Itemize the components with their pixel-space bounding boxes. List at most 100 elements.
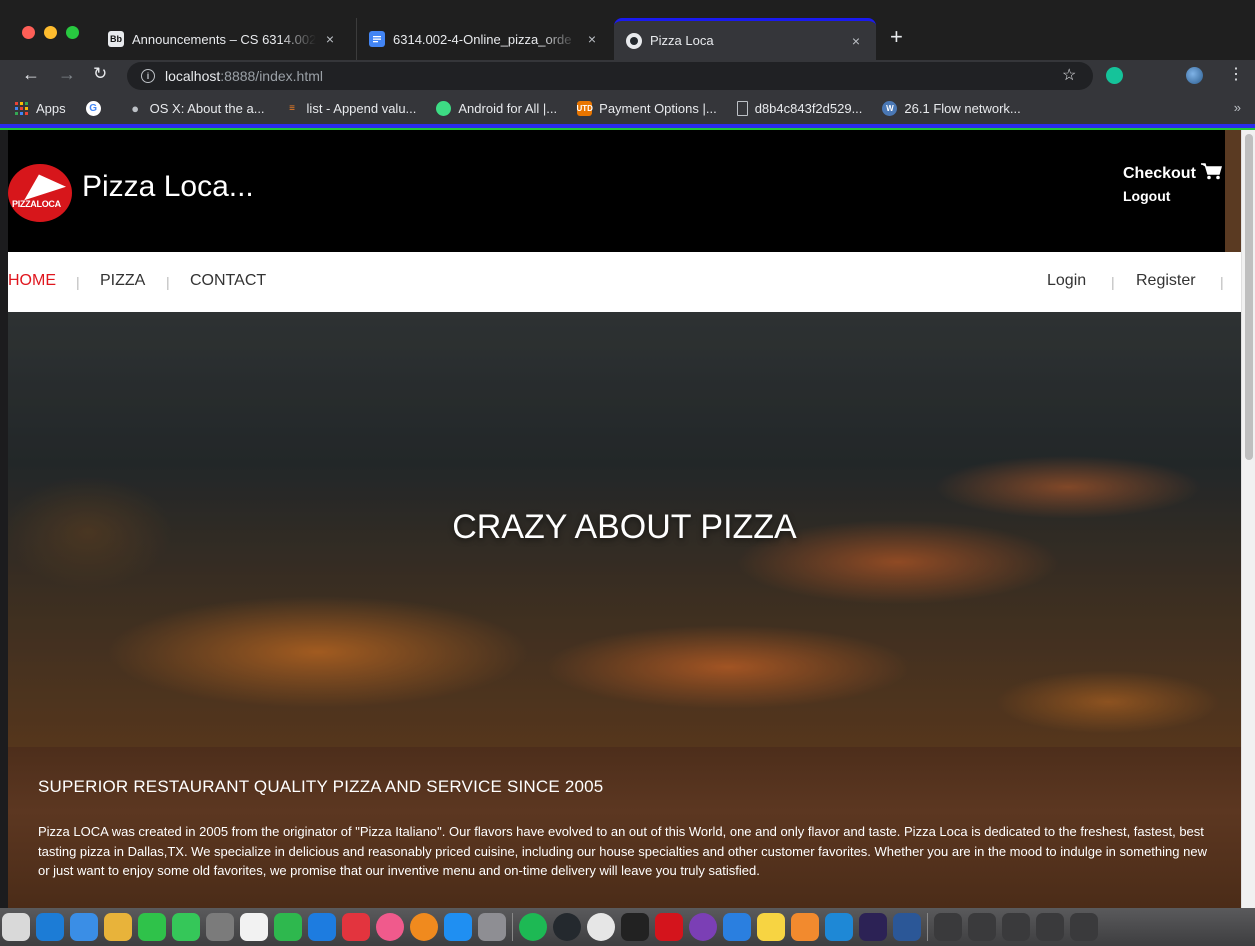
chrome-icon[interactable] [587,913,615,941]
blackboard-icon: Bb [108,31,124,47]
nav-separator: | [1220,274,1224,290]
tab-title: Announcements – CS 6314.002 [132,31,316,47]
xcode-icon[interactable] [723,913,751,941]
close-window-button[interactable] [22,26,35,39]
calendar-icon[interactable] [240,913,268,941]
window-thumb-icon[interactable] [934,913,962,941]
nav-login[interactable]: Login [1047,272,1086,290]
bookmark-file[interactable]: d8b4c843f2d529... [736,100,862,116]
grammarly-icon[interactable] [1106,67,1123,84]
logout-link[interactable]: Logout [1123,188,1170,204]
menu-dots-icon[interactable]: ⋮ [1228,64,1244,84]
messages-icon[interactable] [138,913,166,941]
github-desktop-icon[interactable] [689,913,717,941]
news-icon[interactable] [342,913,370,941]
bookmark-label: Apps [36,100,66,116]
about-text: Pizza LOCA was created in 2005 from the … [38,824,1207,878]
macos-dock [0,908,1255,946]
window-thumb-icon[interactable] [968,913,996,941]
word-icon[interactable] [893,913,921,941]
bookmark-android[interactable]: Android for All |... [436,100,557,116]
github-icon[interactable] [553,913,581,941]
system-prefs-icon[interactable] [478,913,506,941]
keynote-icon[interactable] [308,913,336,941]
notes-yellow-icon[interactable] [757,913,785,941]
close-tab-icon[interactable]: × [322,31,338,47]
site-brand-title[interactable]: Pizza Loca... [82,170,254,204]
docs-icon [369,31,385,47]
new-tab-button[interactable]: + [890,24,903,50]
dock-separator [927,913,928,941]
bookmarks-bar: Apps G ● OS X: About the a... ≡ list - A… [0,92,1255,124]
close-tab-icon[interactable]: × [848,33,864,49]
books-icon[interactable] [410,913,438,941]
finder-icon[interactable] [2,913,30,941]
browser-tab-announcements[interactable]: Bb Announcements – CS 6314.002 × [96,18,350,60]
window-thumb-icon[interactable] [1002,913,1030,941]
itunes-icon[interactable] [376,913,404,941]
browser-tab-strip: Bb Announcements – CS 6314.002 × 6314.00… [0,0,1255,60]
window-thumb-icon[interactable] [1070,913,1098,941]
wiki-icon: W [882,100,898,116]
browser-tab-pizza-loca[interactable]: Pizza Loca × [614,18,876,60]
bookmark-stackoverflow[interactable]: ≡ list - Append valu... [285,100,417,116]
forward-arrow-icon[interactable]: → [58,64,76,85]
nav-separator: | [1111,274,1115,290]
close-tab-icon[interactable]: × [584,31,600,47]
nav-separator: | [76,274,80,290]
bookmark-apps[interactable]: Apps [14,101,66,116]
minimize-window-button[interactable] [44,26,57,39]
header-edge-strip [1225,130,1241,252]
dock-separator [512,913,513,941]
bookmark-star-icon[interactable]: ☆ [1062,65,1076,85]
numbers-icon[interactable] [274,913,302,941]
acrobat-icon[interactable] [655,913,683,941]
preview-icon[interactable] [70,913,98,941]
tab-title: Pizza Loca [650,33,714,48]
apps-grid-icon [14,101,29,116]
vscode-icon[interactable] [825,913,853,941]
scrollbar-thumb[interactable] [1245,134,1253,460]
logo-text: PIZZALOCA [12,199,61,209]
page-scrollbar[interactable] [1241,130,1255,908]
reload-icon[interactable]: ↻ [93,64,107,84]
profile-avatar-icon[interactable] [1186,67,1203,84]
bookmark-payment[interactable]: UTD Payment Options |... [576,100,717,116]
about-heading: SUPERIOR RESTAURANT QUALITY PIZZA AND SE… [38,777,604,796]
appstore-icon[interactable] [444,913,472,941]
back-arrow-icon[interactable]: ← [22,64,40,85]
bookmark-google[interactable]: G [85,100,108,116]
maximize-window-button[interactable] [66,26,79,39]
facetime-icon[interactable] [172,913,200,941]
apple-icon: ● [131,100,140,116]
checkout-link[interactable]: Checkout [1123,162,1222,185]
cart-icon [1200,162,1222,185]
main-nav: HOME | PIZZA | CONTACT Login | Register … [8,252,1241,312]
utd-icon: UTD [576,100,593,116]
nav-contact[interactable]: CONTACT [190,272,266,290]
notes-icon[interactable] [36,913,64,941]
checkout-label: Checkout [1123,164,1196,182]
address-host: localhost [165,68,221,84]
nav-home[interactable]: HOME [8,272,56,290]
bookmark-flow-network[interactable]: W 26.1 Flow network... [882,100,1021,116]
about-section: SUPERIOR RESTAURANT QUALITY PIZZA AND SE… [8,747,1241,908]
file-icon [736,100,748,116]
help-icon[interactable] [206,913,234,941]
browser-tab-google-doc[interactable]: 6314.002-4-Online_pizza_orde × [356,18,612,60]
sublime-icon[interactable] [791,913,819,941]
nav-pizza[interactable]: PIZZA [100,272,145,290]
pizza-loca-logo[interactable]: PIZZALOCA [8,164,72,222]
bookmark-os-x[interactable]: ● OS X: About the a... [128,100,264,116]
eclipse-icon[interactable] [859,913,887,941]
info-icon[interactable]: i [141,69,155,83]
bookmark-label: 26.1 Flow network... [904,100,1021,116]
bookmark-label: list - Append valu... [306,100,417,116]
spotify-icon[interactable] [519,913,547,941]
bookmarks-overflow-icon[interactable]: » [1234,100,1241,115]
address-bar[interactable]: i localhost:8888/index.html [127,62,1093,90]
nav-register[interactable]: Register [1136,272,1196,290]
photos-icon[interactable] [104,913,132,941]
window-thumb-icon[interactable] [1036,913,1064,941]
terminal-icon[interactable] [621,913,649,941]
